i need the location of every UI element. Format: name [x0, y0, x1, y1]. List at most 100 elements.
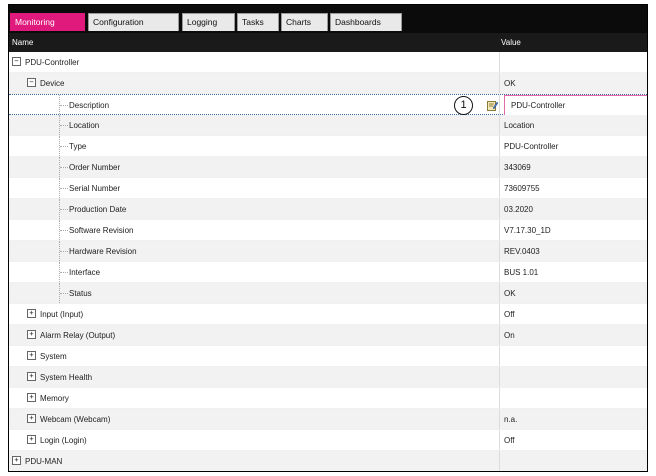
tree-branch [60, 209, 68, 210]
tree-branch [60, 230, 68, 231]
table-row[interactable]: − Device OK [9, 73, 647, 94]
tab-logging[interactable]: Logging [182, 13, 235, 31]
row-value: PDU-Controller [511, 101, 566, 110]
tree-branch [60, 251, 68, 252]
table-row[interactable]: + Memory [9, 388, 647, 409]
row-value: n.a. [504, 415, 518, 424]
tree-branch [60, 188, 68, 189]
tree-branch [60, 272, 68, 273]
row-label: Login (Login) [40, 436, 87, 445]
tab-tasks[interactable]: Tasks [237, 13, 279, 31]
column-divider [499, 304, 500, 324]
tree-table: − PDU-Controller − Device OK Description 1 PDU-… [9, 52, 647, 471]
tab-charts[interactable]: Charts [281, 13, 328, 31]
table-row[interactable]: + Alarm Relay (Output) On [9, 325, 647, 346]
column-divider [499, 430, 500, 450]
table-row[interactable]: + System Health [9, 367, 647, 388]
tab-monitoring[interactable]: Monitoring [10, 13, 85, 31]
column-divider [499, 409, 500, 429]
table-row[interactable]: Order Number 343069 [9, 157, 647, 178]
edit-icon[interactable] [487, 100, 498, 111]
column-divider [499, 73, 500, 93]
table-row[interactable]: + System [9, 346, 647, 367]
collapse-icon[interactable]: − [27, 78, 36, 87]
row-label: Memory [40, 394, 69, 403]
row-label: Input (Input) [40, 310, 84, 319]
row-label: Alarm Relay (Output) [40, 331, 116, 340]
row-label: Device [40, 79, 65, 88]
tree-branch [60, 167, 68, 168]
tab-dashboards[interactable]: Dashboards [330, 13, 402, 31]
expand-icon[interactable]: + [27, 435, 36, 444]
row-label: PDU-Controller [25, 58, 80, 67]
column-divider [499, 115, 500, 135]
row-value: OK [504, 79, 516, 88]
expand-icon[interactable]: + [27, 309, 36, 318]
row-value: 73609755 [504, 184, 540, 193]
column-divider [499, 262, 500, 282]
column-divider [499, 388, 500, 408]
column-divider [499, 95, 500, 114]
table-row[interactable]: Interface BUS 1.01 [9, 262, 647, 283]
tree-branch [60, 293, 68, 294]
row-value: On [504, 331, 515, 340]
description-input[interactable]: PDU-Controller [504, 95, 647, 116]
table-row[interactable]: Software Revision V7.17.30_1D [9, 220, 647, 241]
row-value: Off [504, 310, 515, 319]
row-label: System Health [40, 373, 93, 382]
row-label: Type [69, 142, 87, 151]
column-divider [499, 220, 500, 240]
table-row[interactable]: Production Date 03.2020 [9, 199, 647, 220]
expand-icon[interactable]: + [12, 456, 21, 465]
row-label: Webcam (Webcam) [40, 415, 111, 424]
tree-branch [60, 146, 68, 147]
table-row[interactable]: Status OK [9, 283, 647, 304]
table-row[interactable]: Location Location [9, 115, 647, 136]
row-label: PDU-MAN [25, 457, 63, 466]
collapse-icon[interactable]: − [12, 57, 21, 66]
table-row[interactable]: + Input (Input) Off [9, 304, 647, 325]
table-row[interactable]: Hardware Revision REV.0403 [9, 241, 647, 262]
row-value: BUS 1.01 [504, 268, 539, 277]
table-row[interactable]: − PDU-Controller [9, 52, 647, 73]
row-label: Hardware Revision [69, 247, 137, 256]
table-row-selected[interactable]: Description 1 PDU-Controller [9, 94, 647, 116]
row-label: System [40, 352, 67, 361]
tree-branch [60, 125, 68, 126]
column-divider [499, 451, 500, 471]
row-label: Location [69, 121, 100, 130]
tab-bar: Monitoring Configuration Logging Tasks C… [9, 5, 647, 33]
column-divider [499, 52, 500, 72]
column-divider [499, 367, 500, 387]
name-column-header[interactable]: Name [12, 38, 33, 47]
table-row[interactable]: Serial Number 73609755 [9, 178, 647, 199]
row-label: Production Date [69, 205, 127, 214]
column-header: Name Value [9, 33, 647, 52]
row-value: Location [504, 121, 535, 130]
column-divider [499, 157, 500, 177]
tree-branch [60, 105, 68, 106]
row-label: Status [69, 289, 92, 298]
tab-configuration[interactable]: Configuration [88, 13, 179, 31]
value-column-header[interactable]: Value [501, 38, 521, 47]
row-label: Serial Number [69, 184, 121, 193]
row-value: REV.0403 [504, 247, 540, 256]
column-divider [499, 136, 500, 156]
column-divider [499, 346, 500, 366]
table-row[interactable]: + Login (Login) Off [9, 430, 647, 451]
table-row[interactable]: Type PDU-Controller [9, 136, 647, 157]
row-value: 343069 [504, 163, 531, 172]
row-label: Order Number [69, 163, 121, 172]
row-label: Software Revision [69, 226, 134, 235]
table-row[interactable]: + Webcam (Webcam) n.a. [9, 409, 647, 430]
expand-icon[interactable]: + [27, 414, 36, 423]
table-row[interactable]: + PDU-MAN [9, 451, 647, 471]
row-label: Description [69, 101, 110, 110]
expand-icon[interactable]: + [27, 330, 36, 339]
expand-icon[interactable]: + [27, 351, 36, 360]
row-value: OK [504, 289, 516, 298]
expand-icon[interactable]: + [27, 372, 36, 381]
column-divider [499, 178, 500, 198]
row-value: Off [504, 436, 515, 445]
expand-icon[interactable]: + [27, 393, 36, 402]
